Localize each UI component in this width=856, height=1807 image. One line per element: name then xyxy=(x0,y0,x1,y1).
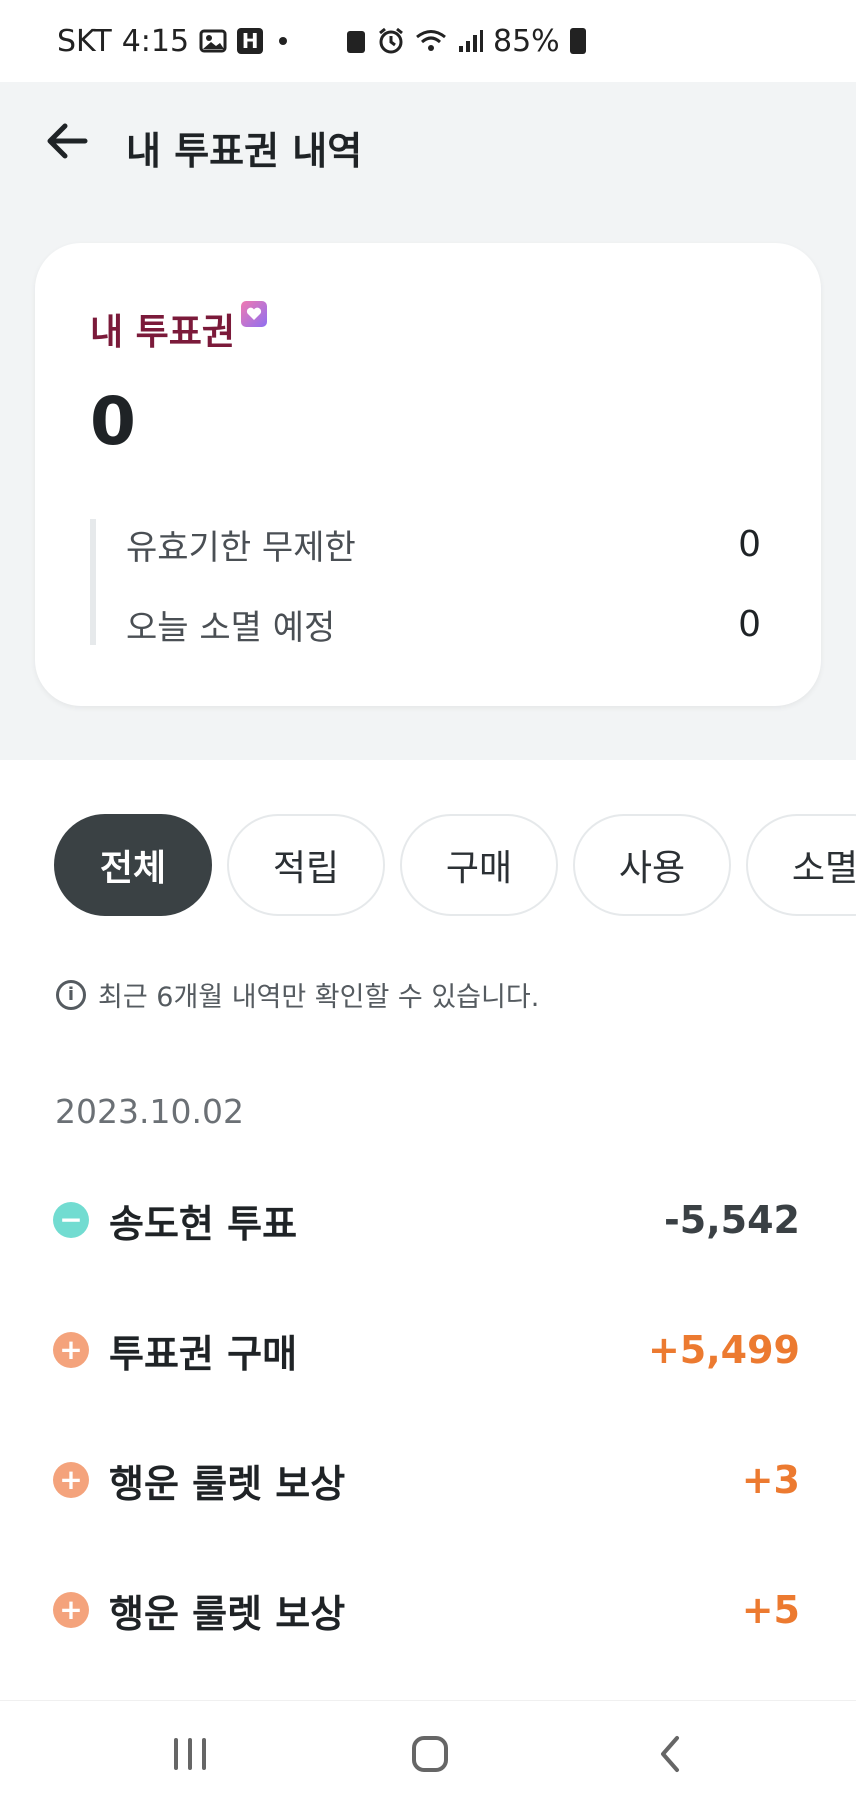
history-item-title: 투표권 구매 xyxy=(109,1331,298,1376)
image-icon xyxy=(199,29,227,53)
filter-chip-purchased[interactable]: 구매 xyxy=(400,814,558,916)
history-date: 2023.10.02 xyxy=(55,1092,244,1131)
plus-icon: + xyxy=(53,1592,89,1628)
battery-percent-text: 85% xyxy=(493,23,560,59)
history-item-title: 송도현 투표 xyxy=(109,1201,298,1246)
recent-apps-button[interactable] xyxy=(160,1729,220,1779)
detail-row-expiring-today: 오늘 소멸 예정 0 xyxy=(126,599,761,649)
dot-icon xyxy=(279,37,288,45)
vote-ticket-summary-card: 내 투표권 0 유효기한 무제한 0 오늘 소멸 예정 0 xyxy=(35,243,821,706)
history-item-amount: +5,499 xyxy=(647,1328,800,1372)
carrier-text: SKT xyxy=(57,23,112,59)
home-icon xyxy=(412,1736,448,1772)
clock-text: 4:15 xyxy=(121,23,190,59)
minus-icon: − xyxy=(53,1202,89,1238)
back-button[interactable] xyxy=(44,118,90,164)
system-nav-bar xyxy=(0,1700,856,1807)
history-item-amount: +3 xyxy=(741,1458,800,1502)
status-bar: SKT 4:15 H 85% xyxy=(0,0,856,82)
history-item[interactable]: + 행운 룰렛 보상 +3 xyxy=(53,1450,800,1510)
card-label-row: 내 투표권 xyxy=(90,301,268,355)
plus-icon: + xyxy=(53,1462,89,1498)
arrow-left-icon xyxy=(47,123,88,159)
h-badge-icon: H xyxy=(237,28,264,54)
home-button[interactable] xyxy=(400,1729,460,1779)
history-item[interactable]: + 투표권 구매 +5,499 xyxy=(53,1320,800,1380)
filter-chip-earned[interactable]: 적립 xyxy=(227,814,385,916)
filter-chip-all[interactable]: 전체 xyxy=(54,814,212,916)
recent-apps-icon xyxy=(174,1738,206,1770)
history-item-amount: +5 xyxy=(741,1588,800,1632)
battery-icon xyxy=(569,28,586,54)
detail-label: 유효기한 무제한 xyxy=(126,527,356,568)
history-item-title: 행운 룰렛 보상 xyxy=(109,1591,346,1636)
recycle-icon xyxy=(347,31,365,53)
page-title: 내 투표권 내역 xyxy=(126,129,363,173)
filter-chip-row: 전체 적립 구매 사용 소멸 xyxy=(54,814,856,916)
chevron-left-icon xyxy=(661,1736,679,1772)
wifi-icon xyxy=(416,30,446,51)
ticket-detail-block: 유효기한 무제한 0 오늘 소멸 예정 0 xyxy=(90,519,761,648)
detail-row-unlimited: 유효기한 무제한 0 xyxy=(126,519,761,569)
card-label: 내 투표권 xyxy=(90,312,236,353)
info-icon: i xyxy=(56,979,86,1010)
plus-icon: + xyxy=(53,1332,89,1368)
notice-text: 최근 6개월 내역만 확인할 수 있습니다. xyxy=(98,982,540,1013)
detail-value: 0 xyxy=(738,523,761,565)
history-notice: i 최근 6개월 내역만 확인할 수 있습니다. xyxy=(56,975,539,1014)
history-item-amount: -5,542 xyxy=(664,1198,800,1242)
ticket-total: 0 xyxy=(90,383,136,460)
history-item-title: 행운 룰렛 보상 xyxy=(109,1461,346,1506)
system-back-button[interactable] xyxy=(640,1729,700,1779)
alarm-icon xyxy=(379,27,403,54)
history-item[interactable]: − 송도현 투표 -5,542 xyxy=(53,1190,800,1250)
filter-chip-used[interactable]: 사용 xyxy=(573,814,731,916)
signal-icon xyxy=(459,30,483,52)
detail-label: 오늘 소멸 예정 xyxy=(126,607,336,648)
filter-chip-expired[interactable]: 소멸 xyxy=(746,814,856,916)
heart-ticket-icon xyxy=(241,301,268,327)
detail-value: 0 xyxy=(738,603,761,645)
history-item[interactable]: + 행운 룰렛 보상 +5 xyxy=(53,1580,800,1640)
